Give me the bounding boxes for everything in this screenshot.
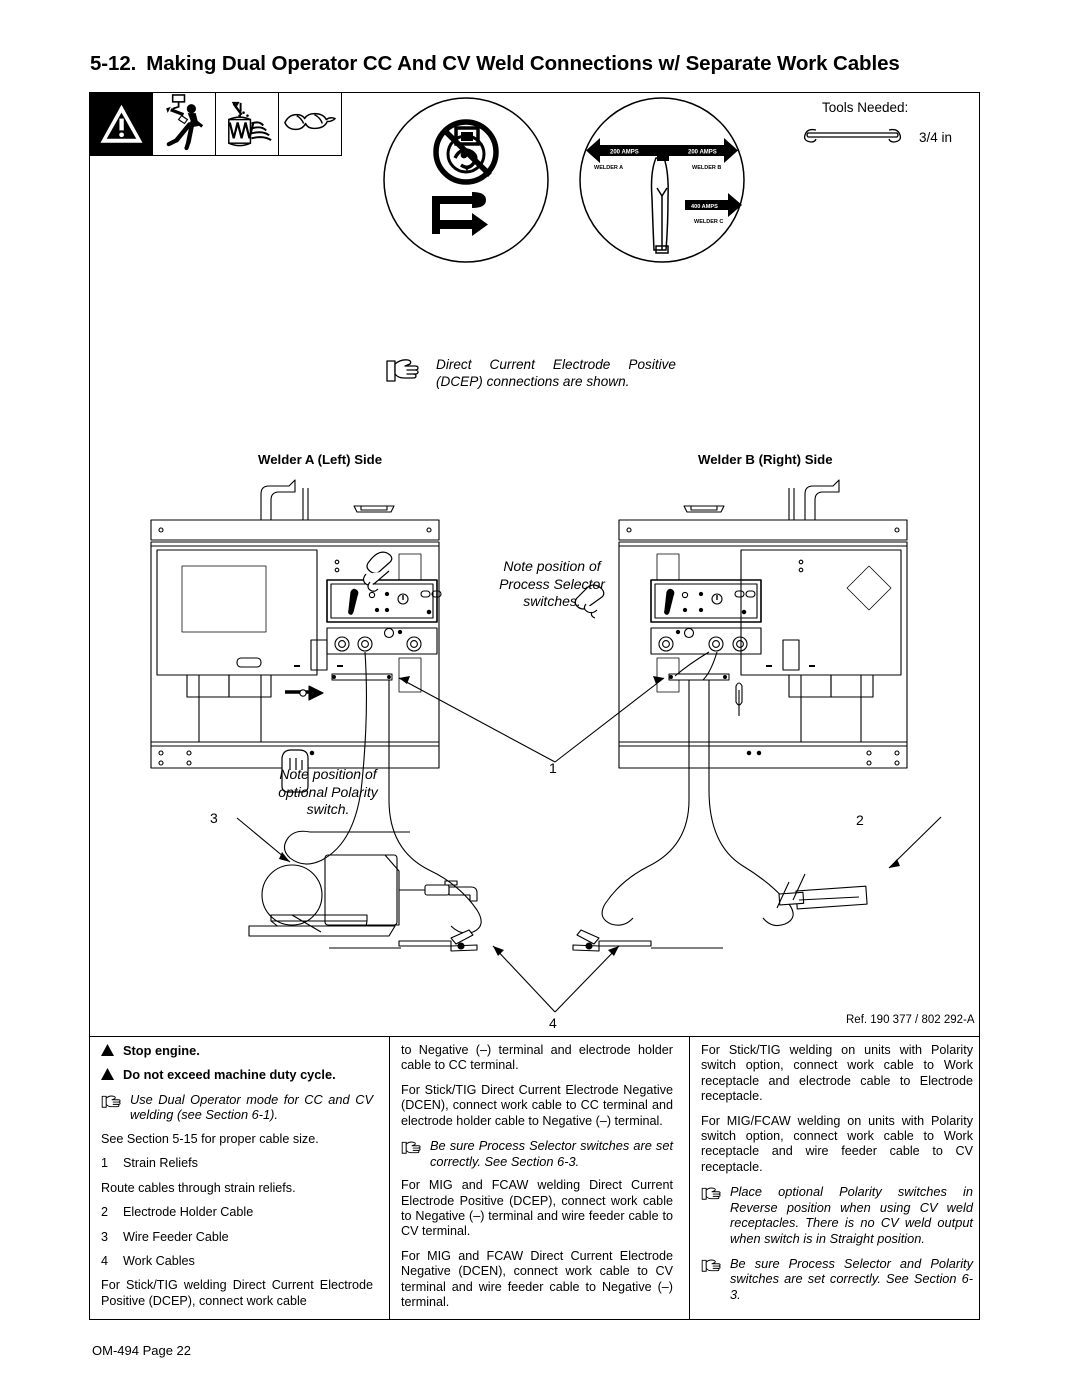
svg-text:200 AMPS: 200 AMPS [610, 150, 639, 156]
welder-a-side-label: Welder A (Left) Side [258, 452, 383, 467]
pointing-hand-icon [701, 1184, 723, 1205]
warning-duty-cycle-text: Do not exceed machine duty cycle. [123, 1067, 336, 1083]
exploding-battery-icon [216, 93, 279, 156]
item-label: Electrode Holder Cable [123, 1205, 254, 1220]
item-number: 4 [101, 1254, 109, 1269]
note-polarity-switch: Note position of optional Polarity switc… [278, 766, 378, 817]
dcep-note-text: Direct Current Electrode Positive (DCEP)… [436, 357, 676, 389]
safety-goggles-icon [279, 93, 342, 156]
note-dual-operator-mode-text: Use Dual Operator mode for CC and CV wel… [130, 1091, 373, 1123]
text-column-left: Stop engine. Do not exceed machine duty … [101, 1043, 373, 1309]
item-number: 1 [101, 1156, 109, 1171]
callout-leaders [236, 676, 942, 1013]
tool-size-label: 3/4 in [919, 130, 953, 145]
warning-duty-cycle: Do not exceed machine duty cycle. [101, 1067, 373, 1084]
pointing-hand-icon [101, 1092, 123, 1113]
wiring-diagram [150, 479, 942, 1013]
drawing-reference-number: Ref. 190 377 / 802 292-A [846, 1014, 975, 1026]
pointing-hand-icon [701, 1256, 723, 1277]
electric-shock-icon [153, 93, 216, 156]
tools-needed-block: Tools Needed: 3/4 in [800, 100, 980, 151]
svg-text:WELDER B: WELDER B [692, 165, 721, 171]
item-label: Work Cables [123, 1254, 195, 1269]
list-item: 1 Strain Reliefs [101, 1156, 373, 1171]
list-item: 4 Work Cables [101, 1254, 373, 1269]
page-title: 5-12. Making Dual Operator CC And CV Weld… [90, 52, 990, 76]
section-number: 5-12. [90, 52, 137, 75]
note-selector-polarity-correct: Be sure Process Selector and Polarity sw… [701, 1256, 973, 1303]
manual-page: 5-12. Making Dual Operator CC And CV Weld… [0, 0, 1080, 1397]
safety-icon-strip [90, 93, 342, 156]
warning-triangle-icon [90, 93, 153, 156]
column-divider-2 [689, 1037, 691, 1320]
work-clamp-b [572, 929, 723, 952]
callout-number-1: 1 [549, 760, 557, 776]
list-item: 3 Wire Feeder Cable [101, 1230, 373, 1245]
warning-stop-engine-text: Stop engine. [123, 1043, 200, 1058]
hand-pointer-panel-a [362, 551, 393, 592]
item-label: Strain Reliefs [123, 1156, 198, 1171]
note-process-selector: Note position of Process Selector switch… [499, 558, 605, 609]
dcep-note: Direct Current Electrode Positive (DCEP)… [385, 356, 705, 390]
text-section-divider [90, 1036, 979, 1038]
warning-triangle-icon [101, 1067, 114, 1084]
item-number: 2 [101, 1205, 109, 1220]
svg-text:WELDER A: WELDER A [594, 165, 623, 171]
svg-text:WELDER C: WELDER C [694, 219, 723, 225]
open-end-wrench-icon [800, 124, 905, 151]
note-process-selector-setting: Be sure Process Selector switches are se… [401, 1138, 673, 1169]
note-dual-operator-mode: Use Dual Operator mode for CC and CV wel… [101, 1092, 373, 1123]
pointing-hand-icon [385, 356, 423, 389]
note-process-selector-setting-text: Be sure Process Selector switches are se… [430, 1138, 673, 1169]
mid-paragraph-3: For MIG and FCAW welding Direct Current … [401, 1178, 673, 1239]
route-cables-note: Route cables through strain reliefs. [101, 1180, 296, 1195]
tools-needed-label: Tools Needed: [822, 100, 909, 115]
text-column-right: For Stick/TIG welding on units with Pola… [701, 1043, 973, 1311]
note-polarity-reverse: Place optional Polarity switches in Reve… [701, 1184, 973, 1246]
mid-paragraph-1: to Negative (–) terminal and electrode h… [401, 1043, 673, 1073]
right-paragraph-1: For Stick/TIG welding on units with Pola… [701, 1043, 973, 1104]
column-divider-1 [389, 1037, 391, 1320]
svg-text:200 AMPS: 200 AMPS [688, 150, 717, 156]
item-label: Wire Feeder Cable [123, 1229, 229, 1244]
text-column-middle: to Negative (–) terminal and electrode h… [401, 1043, 673, 1310]
mid-paragraph-2: For Stick/TIG Direct Current Electrode N… [401, 1082, 673, 1128]
callout-number-2: 2 [856, 812, 864, 828]
svg-text:400 AMPS: 400 AMPS [691, 204, 718, 210]
right-paragraph-2: For MIG/FCAW welding on units with Polar… [701, 1113, 973, 1174]
item-number: 3 [101, 1229, 109, 1244]
electrode-holder-b [776, 873, 868, 910]
note-polarity-reverse-text: Place optional Polarity switches in Reve… [730, 1184, 973, 1247]
welder-b-machine [618, 479, 908, 769]
warning-triangle-icon [101, 1043, 114, 1060]
welder-a-machine [150, 479, 442, 769]
welder-b-side-label: Welder B (Right) Side [698, 452, 833, 467]
callout-number-3: 3 [210, 810, 218, 826]
list-item: 2 Electrode Holder Cable [101, 1205, 373, 1220]
note-selector-polarity-correct-text: Be sure Process Selector and Polarity sw… [730, 1255, 973, 1302]
wire-feeder-unit [248, 854, 478, 937]
page-footer: OM-494 Page 22 [92, 1343, 192, 1358]
left-tail-paragraph: For Stick/TIG welding Direct Current Ele… [101, 1278, 373, 1308]
stop-engine-pictogram [382, 96, 550, 264]
dual-operator-amperage-pictogram: 200 AMPS 200 AMPS WELDER A WELDER B 400 … [578, 96, 746, 264]
section-title: Making Dual Operator CC And CV Weld Conn… [146, 52, 900, 75]
warning-stop-engine: Stop engine. [101, 1043, 373, 1060]
callout-number-4: 4 [549, 1015, 557, 1031]
pointing-hand-icon [401, 1138, 423, 1159]
cable-size-note: See Section 5-15 for proper cable size. [101, 1132, 319, 1146]
mid-paragraph-4: For MIG and FCAW Direct Current Electrod… [401, 1248, 673, 1310]
